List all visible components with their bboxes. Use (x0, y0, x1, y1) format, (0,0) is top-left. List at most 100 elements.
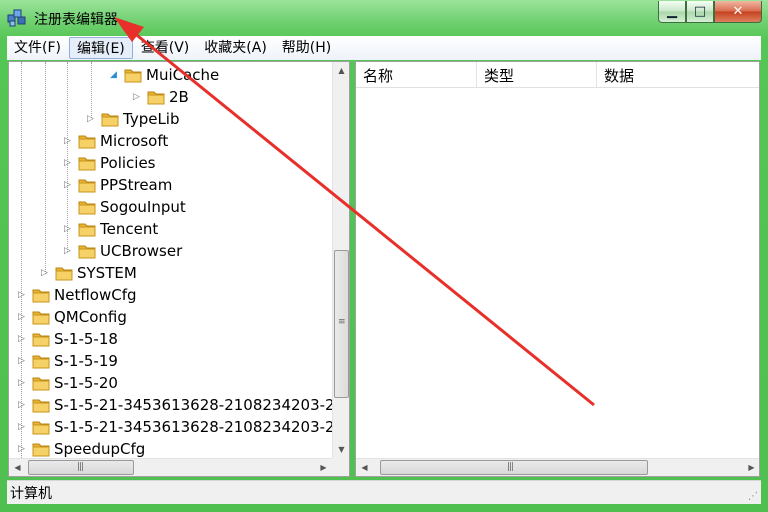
list-horizontal-scrollbar[interactable]: ◀ ||| ▶ (356, 458, 759, 476)
tree-node[interactable]: ▷ UCBrowser (63, 240, 182, 262)
expand-triangle-icon[interactable]: ▷ (17, 312, 26, 322)
menu-edit[interactable]: 编辑(E) (68, 37, 133, 59)
folder-icon (32, 331, 50, 347)
minimize-button[interactable]: ▁ (658, 1, 686, 23)
tree-node[interactable]: ▷ QMConfig (17, 306, 127, 328)
expand-triangle-icon[interactable]: ▷ (86, 114, 95, 124)
tree-node[interactable]: ▷ PPStream (63, 174, 172, 196)
tree-node-label: Microsoft (100, 132, 169, 150)
status-path: 计算机 (10, 485, 52, 502)
expand-triangle-icon[interactable]: ▷ (63, 136, 72, 146)
column-type[interactable]: 类型 (477, 62, 597, 88)
tree-horizontal-scrollbar[interactable]: ◀ ||| ▶ (9, 458, 332, 476)
tree-node[interactable]: ▷ Tencent (63, 218, 158, 240)
tree-node-label: SpeedupCfg (54, 440, 146, 458)
expand-triangle-icon[interactable]: ▷ (17, 400, 26, 410)
expand-triangle-icon[interactable]: ▷ (17, 334, 26, 344)
folder-icon (101, 111, 119, 127)
folder-icon (32, 353, 50, 369)
tree-node[interactable]: ▷ S-1-5-18 (17, 328, 118, 350)
list-horizontal-scroll-thumb[interactable]: ||| (380, 460, 648, 475)
tree-guide-line (45, 62, 46, 274)
expand-triangle-icon[interactable]: ▷ (63, 224, 72, 234)
column-name[interactable]: 名称 (356, 62, 477, 88)
status-bar: 计算机 ⋰ (7, 480, 761, 504)
tree-node-label: MuiCache (146, 66, 220, 84)
tree-node[interactable]: ▷ NetflowCfg (17, 284, 137, 306)
tree-node-label: S-1-5-21-3453613628-2108234203-2 (54, 418, 335, 436)
expand-triangle-icon[interactable]: ▷ (63, 158, 72, 168)
close-button[interactable]: ✕ (714, 1, 762, 23)
resize-grip-icon[interactable]: ⋰ (748, 491, 758, 502)
tree-node[interactable]: ▷ 2B (132, 86, 189, 108)
tree-node[interactable]: SogouInput (63, 196, 186, 218)
window-title: 注册表编辑器 (34, 12, 118, 28)
menu-favorites[interactable]: 收藏夹(A) (197, 37, 274, 59)
folder-icon (78, 177, 96, 193)
folder-icon (55, 265, 73, 281)
tree-node-label: Policies (100, 154, 156, 172)
tree-node[interactable]: ▷ S-1-5-21-3453613628-2108234203-2 (17, 416, 335, 438)
tree-node[interactable]: ▷ SpeedupCfg (17, 438, 145, 460)
folder-icon (32, 309, 50, 325)
folder-icon (32, 419, 50, 435)
expand-triangle-icon[interactable]: ▷ (17, 444, 26, 454)
grip-icon: ≡ (338, 317, 345, 327)
folder-icon (78, 133, 96, 149)
menu-file[interactable]: 文件(F) (7, 37, 68, 59)
expand-triangle-icon[interactable] (63, 203, 72, 212)
expand-triangle-icon[interactable]: ▷ (17, 422, 26, 432)
tree-node[interactable]: ▷ S-1-5-21-3453613628-2108234203-2 (17, 394, 335, 416)
tree-node[interactable]: ▷ SYSTEM (40, 262, 137, 284)
tree-node-label: PPStream (100, 176, 173, 194)
tree-node-label: 2B (169, 88, 189, 106)
tree-node[interactable]: ◢ MuiCache (109, 64, 219, 86)
tree-node[interactable]: ▷ TypeLib (86, 108, 180, 130)
tree-node-label: S-1-5-19 (54, 352, 118, 370)
tree-vertical-scroll-thumb[interactable]: ≡ (334, 250, 349, 398)
registry-tree[interactable]: ◢ MuiCache ▷ 2B ▷ TypeLib ▷ Microsoft ▷ Policies ▷… (8, 61, 350, 477)
column-data[interactable]: 数据 (597, 62, 759, 88)
tree-node[interactable]: ▷ Microsoft (63, 130, 168, 152)
tree-node-label: TypeLib (123, 110, 180, 128)
tree-node-label: SYSTEM (77, 264, 137, 282)
folder-icon (32, 375, 50, 391)
expand-triangle-icon[interactable]: ▷ (63, 180, 72, 190)
collapse-triangle-icon[interactable]: ◢ (109, 70, 118, 80)
expand-triangle-icon[interactable]: ▷ (40, 268, 49, 278)
tree-node-label: NetflowCfg (54, 286, 137, 304)
maximize-button[interactable]: □ (686, 1, 714, 23)
expand-triangle-icon[interactable]: ▷ (17, 290, 26, 300)
scrollbar-corner (332, 458, 349, 476)
tree-node-label: UCBrowser (100, 242, 183, 260)
scroll-left-icon[interactable]: ◀ (9, 459, 26, 476)
folder-icon (147, 89, 165, 105)
scroll-right-icon[interactable]: ▶ (743, 459, 759, 476)
menu-help[interactable]: 帮助(H) (275, 37, 338, 59)
scroll-down-icon[interactable]: ▼ (333, 441, 349, 458)
tree-vertical-scrollbar[interactable]: ▲ ≡ ▼ (332, 62, 349, 458)
list-header: 名称 类型 数据 (356, 62, 759, 88)
expand-triangle-icon[interactable]: ▷ (63, 246, 72, 256)
tree-node[interactable]: ▷ Policies (63, 152, 155, 174)
menu-view[interactable]: 查看(V) (134, 37, 197, 59)
window-controls: ▁ □ ✕ (658, 1, 762, 25)
tree-horizontal-scroll-thumb[interactable]: ||| (28, 460, 134, 475)
expand-triangle-icon[interactable]: ▷ (17, 356, 26, 366)
folder-icon (78, 243, 96, 259)
folder-icon (32, 441, 50, 457)
expand-triangle-icon[interactable]: ▷ (17, 378, 26, 388)
folder-icon (78, 221, 96, 237)
scroll-up-icon[interactable]: ▲ (333, 62, 349, 79)
tree-node[interactable]: ▷ S-1-5-19 (17, 350, 118, 372)
values-list[interactable]: 名称 类型 数据 ◀ ||| ▶ (355, 61, 760, 477)
tree-node-label: SogouInput (100, 198, 186, 216)
window-frame: 注册表编辑器 ▁ □ ✕ 文件(F) 编辑(E) 查看(V) 收藏夹(A) 帮助… (0, 0, 768, 512)
tree-node[interactable]: ▷ S-1-5-20 (17, 372, 118, 394)
folder-icon (78, 199, 96, 215)
menu-bar: 文件(F) 编辑(E) 查看(V) 收藏夹(A) 帮助(H) (7, 36, 761, 60)
scroll-right-icon[interactable]: ▶ (315, 459, 332, 476)
expand-triangle-icon[interactable]: ▷ (132, 92, 141, 102)
tree-node-label: QMConfig (54, 308, 127, 326)
scroll-left-icon[interactable]: ◀ (356, 459, 373, 476)
